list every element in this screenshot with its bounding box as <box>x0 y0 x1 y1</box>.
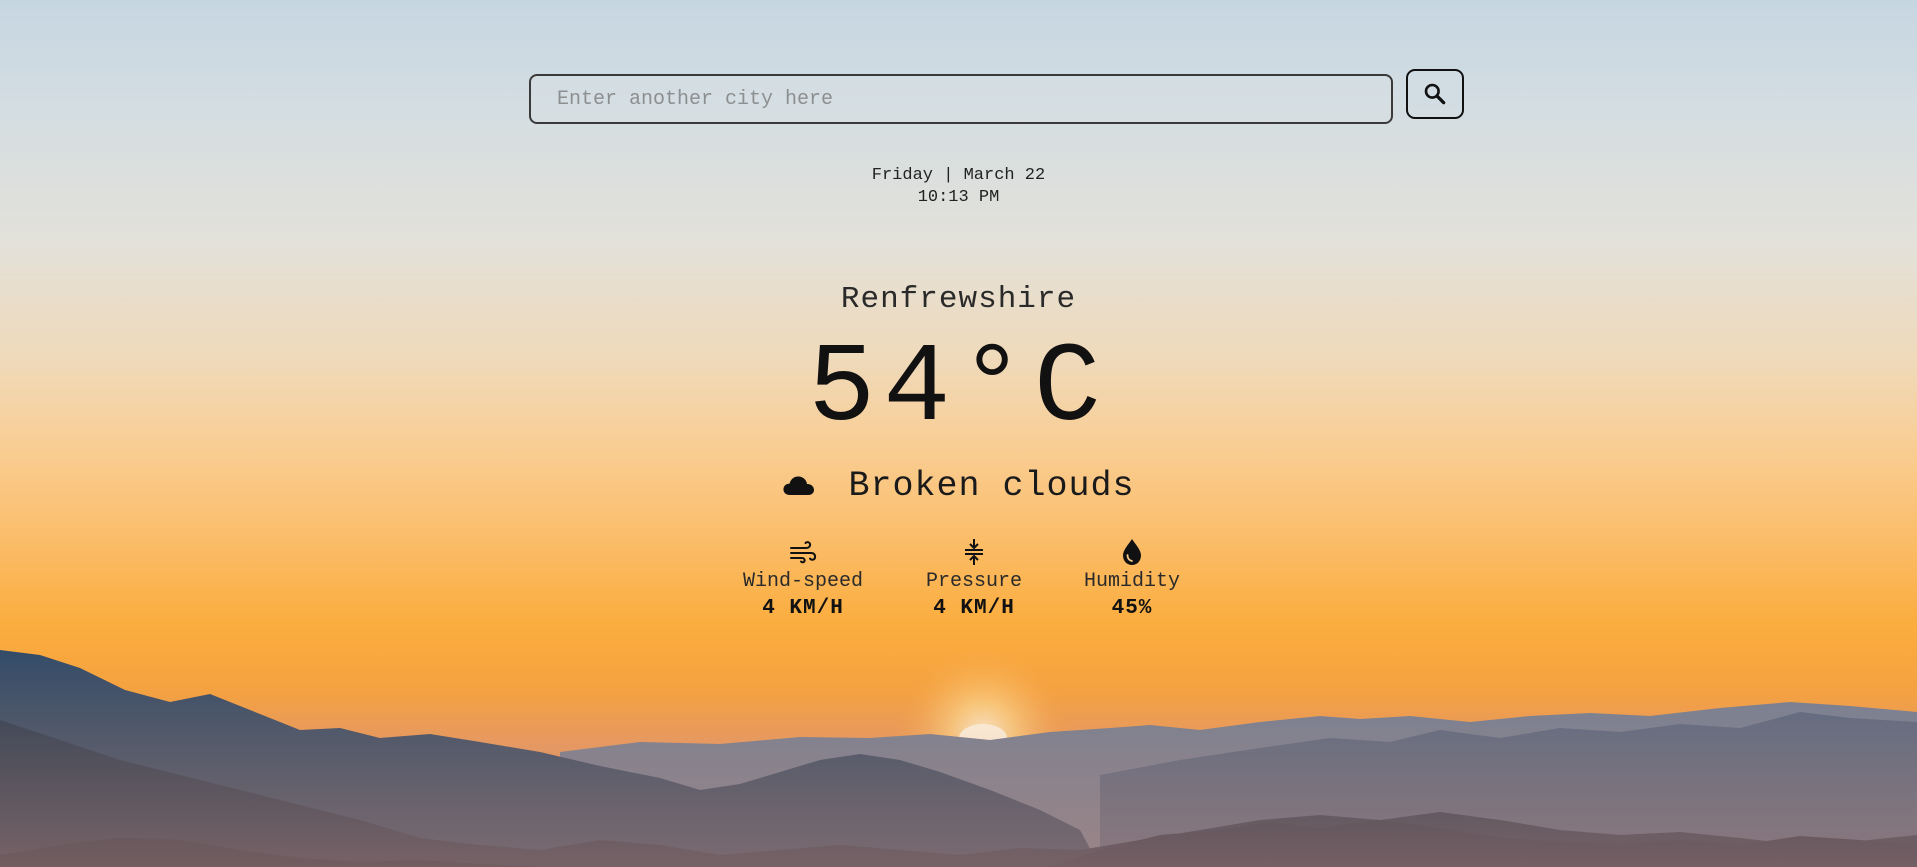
stat-value: 4 KM/H <box>933 597 1015 620</box>
sun-glow <box>893 645 1073 825</box>
search-icon <box>1424 83 1446 105</box>
search-button[interactable] <box>1406 69 1464 119</box>
cloud-icon <box>783 476 815 495</box>
foreground-hills <box>0 720 1917 867</box>
date-time: Friday | March 22 10:13 PM <box>0 165 1917 209</box>
bottom-ridge <box>0 838 540 867</box>
current-date: Friday | March 22 <box>871 166 1046 185</box>
bottom-ridge-right <box>1050 820 1917 867</box>
wind-icon <box>790 541 817 564</box>
stat-label: Wind-speed <box>742 570 864 593</box>
search-bar <box>529 69 1466 129</box>
left-mountains <box>0 650 1100 867</box>
sun <box>959 724 1007 752</box>
far-mountains <box>560 702 1917 867</box>
pressure-icon <box>965 539 983 565</box>
current-time: 10:13 PM <box>917 188 1000 207</box>
stat-label: Pressure <box>925 570 1022 593</box>
stat-humidity: Humidity 45% <box>1047 537 1217 623</box>
condition-text: Broken clouds <box>848 466 1135 506</box>
mid-mountains-right <box>1100 712 1917 867</box>
stat-value: 45% <box>1111 597 1153 620</box>
city-search-input[interactable] <box>529 74 1393 124</box>
temperature: 54°C <box>808 326 1109 453</box>
stat-pressure: Pressure 4 KM/H <box>889 537 1059 623</box>
weather-stats: Wind-speed 4 KM/H Pressure 4 KM/H Humidi… <box>718 537 1198 627</box>
weather-condition: Broken clouds <box>0 466 1917 506</box>
humidity-drop-icon <box>1123 539 1141 565</box>
city-name: Renfrewshire <box>840 282 1077 317</box>
stat-label: Humidity <box>1083 570 1180 593</box>
stat-value: 4 KM/H <box>762 597 844 620</box>
stat-wind-speed: Wind-speed 4 KM/H <box>718 537 888 623</box>
